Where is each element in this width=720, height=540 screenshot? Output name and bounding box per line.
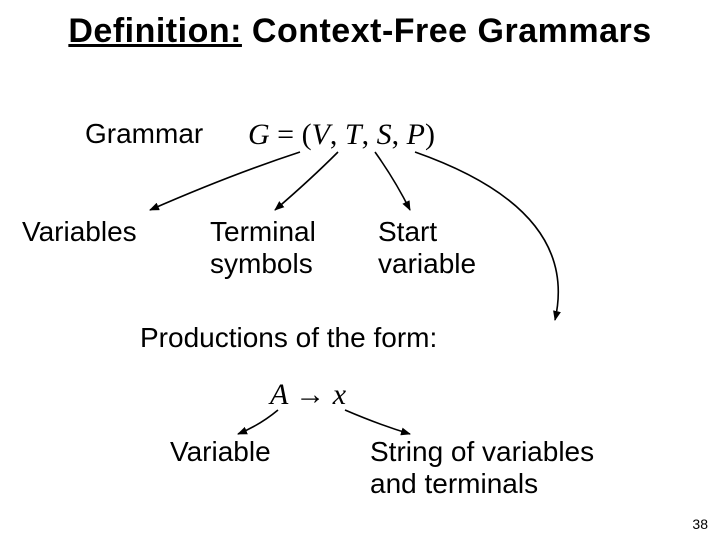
arrow-v-to-variables [150,152,300,210]
arrow-a-to-variable [238,410,278,434]
arrow-x-to-string [345,410,410,434]
label-string-line1: String of variables [370,436,594,468]
page-number: 38 [692,516,708,532]
title-rest: Context-Free Grammars [242,12,652,50]
label-variable: Variable [170,436,271,468]
label-string-line2: and terminals [370,468,538,500]
label-terminal-line2: symbols [210,248,313,280]
label-terminal-line1: Terminal [210,216,316,248]
arrows-overlay [0,0,720,540]
label-start-line1: Start [378,216,437,248]
formula-production: A → x [270,378,346,413]
slide-title: Definition: Context-Free Grammars [0,12,720,51]
label-start-line2: variable [378,248,476,280]
label-grammar: Grammar [85,118,203,150]
slide: Definition: Context-Free Grammars Gramma… [0,0,720,540]
arrow-s-to-start [375,152,410,210]
label-variables: Variables [22,216,137,248]
title-prefix: Definition: [68,12,242,50]
label-productions: Productions of the form: [140,322,437,354]
formula-grammar-tuple: G = (V, T, S, P) [248,118,435,153]
arrow-t-to-terminal [275,152,338,210]
